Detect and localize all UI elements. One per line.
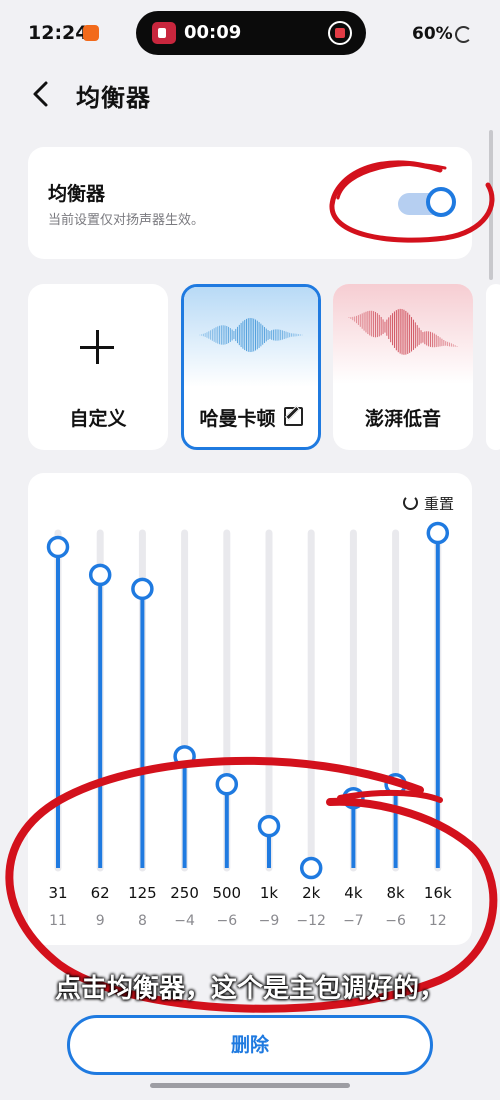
back-arrow-icon[interactable] — [30, 80, 52, 108]
status-time: 12:24 — [28, 22, 89, 44]
eq-band-gain: −4 — [174, 913, 195, 929]
eq-band-frequency: 500 — [212, 884, 241, 902]
eq-slider-handle[interactable] — [46, 535, 70, 559]
eq-slider-handle[interactable] — [299, 856, 323, 880]
eq-slider-handle[interactable] — [215, 773, 239, 796]
reset-label: 重置 — [423, 495, 454, 513]
eq-band-frequency: 250 — [170, 884, 199, 902]
screen-recording-pill[interactable]: 00:09 — [136, 11, 366, 55]
eq-band-frequency: 4k — [344, 884, 363, 902]
edit-icon[interactable] — [283, 407, 303, 426]
eq-band-gain: −12 — [296, 913, 326, 929]
equalizer-switch-subtitle: 当前设置仅对扬声器生效。 — [48, 213, 205, 228]
eq-slider-handle[interactable] — [342, 786, 365, 810]
eq-band-gain: 11 — [49, 913, 67, 929]
blue-waveform-art — [184, 287, 318, 387]
battery-percent: 60% — [412, 24, 453, 44]
equalizer-switch-card: 均衡器 当前设置仅对扬声器生效。 — [28, 147, 472, 259]
eq-slider-handle[interactable] — [426, 521, 450, 545]
eq-band-gain: 8 — [138, 913, 147, 929]
scrollbar[interactable] — [489, 130, 493, 280]
eq-band-gain: 9 — [96, 913, 105, 929]
eq-slider-handle[interactable] — [384, 773, 407, 796]
plus-icon — [80, 330, 114, 364]
preset-next-peek[interactable] — [486, 284, 500, 450]
eq-slider-handle[interactable] — [173, 745, 196, 768]
preset-label-custom: 自定义 — [69, 408, 127, 430]
eq-band-frequency: 2k — [302, 884, 321, 902]
page-title: 均衡器 — [76, 84, 151, 112]
status-bar: 12:24 00:09 60% — [0, 0, 500, 66]
eq-band-gain: −6 — [216, 913, 237, 929]
equalizer-switch-title: 均衡器 — [48, 183, 106, 205]
reset-icon — [402, 495, 418, 510]
eq-band-frequency: 62 — [91, 884, 110, 902]
preset-label-bass: 澎湃低音 — [364, 408, 441, 430]
red-waveform-art — [333, 284, 473, 384]
reset-button[interactable]: 重置 — [402, 493, 454, 514]
equalizer-toggle[interactable] — [398, 187, 456, 217]
nav-bar: 均衡器 — [0, 70, 500, 118]
eq-band-frequency: 125 — [128, 884, 157, 902]
equalizer-panel: 31 11 62 9 125 8 250 −4 500 −6 1k −9 2k −12 4k −7 8k −6 16… — [28, 473, 472, 945]
eq-band-gain: −7 — [343, 913, 364, 929]
eq-slider-handle[interactable] — [88, 563, 112, 587]
eq-slider-handle[interactable] — [257, 814, 281, 838]
home-indicator — [150, 1083, 350, 1088]
battery-icon — [455, 26, 472, 43]
toggle-knob — [426, 187, 456, 217]
preset-custom[interactable]: 自定义 — [28, 284, 168, 450]
eq-band-frequency: 16k — [424, 884, 452, 902]
eq-band-frequency: 31 — [48, 884, 67, 902]
preset-surging-bass[interactable]: 澎湃低音 — [333, 284, 473, 450]
stop-recording-icon[interactable] — [328, 21, 352, 45]
preset-harman-kardon[interactable]: 哈曼卡顿 — [181, 284, 321, 450]
recording-timer: 00:09 — [184, 22, 242, 43]
notification-app-icon — [83, 25, 99, 41]
video-camera-icon — [152, 22, 176, 44]
delete-button[interactable]: 删除 — [67, 1015, 433, 1075]
eq-sliders: 31 11 62 9 125 8 250 −4 500 −6 1k −9 2k −12 4k −7 8k −6 16… — [46, 521, 452, 929]
eq-band-gain: 12 — [429, 913, 447, 929]
eq-band-frequency: 1k — [260, 884, 279, 902]
eq-slider-handle[interactable] — [131, 577, 154, 601]
eq-band-gain: −9 — [259, 913, 280, 929]
preset-label-harman: 哈曼卡顿 — [184, 404, 318, 431]
eq-band-gain: −6 — [385, 913, 406, 929]
video-subtitle: 点击均衡器，这个是主包调好的， — [55, 974, 446, 1004]
eq-band-frequency: 8k — [386, 884, 405, 902]
